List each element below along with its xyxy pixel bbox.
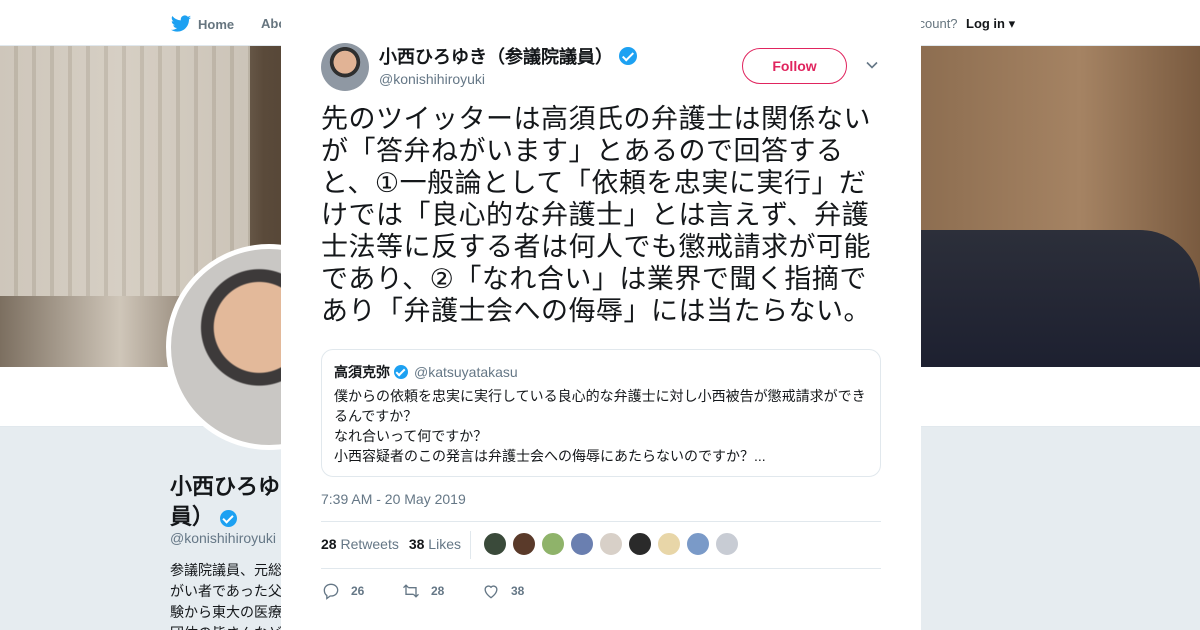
verified-icon xyxy=(220,509,238,527)
tweet-stats: 28 Retweets 38 Likes xyxy=(321,536,461,552)
nav-home-label: Home xyxy=(198,16,235,32)
like-button[interactable]: 38 xyxy=(481,581,561,601)
profile-bio: 参議院議員、元総がい者であった父験から東大の医療団体の皆さんなど xyxy=(170,562,282,630)
like-count: 38 xyxy=(511,584,525,598)
liker-avatar[interactable] xyxy=(715,532,739,556)
author-name[interactable]: 小西ひろゆき（参議院議員） xyxy=(379,43,637,69)
heart-icon xyxy=(484,585,498,599)
liker-avatar[interactable] xyxy=(628,532,652,556)
quoted-author-handle: @katsuyatakasu xyxy=(414,364,518,380)
liker-avatar[interactable] xyxy=(599,532,623,556)
author-name-text: 小西ひろゆき（参議院議員） xyxy=(379,47,613,67)
quoted-tweet[interactable]: 高須克弥 @katsuyatakasu 僕からの依頼を忠実に実行している良心的な… xyxy=(321,349,881,477)
liker-avatar[interactable] xyxy=(686,532,710,556)
tweet-actions: 26 28 38 xyxy=(321,581,561,601)
author-handle[interactable]: @konishihiroyuki xyxy=(379,71,485,87)
retweet-icon xyxy=(403,584,419,598)
tweet-modal: 小西ひろゆき（参議院議員） @konishihiroyuki Follow 先の… xyxy=(281,12,921,630)
liker-avatar[interactable] xyxy=(541,532,565,556)
tweet-text: 先のツイッターは高須氏の弁護士は関係ないが「答弁ねがいます」とあるので回答すると… xyxy=(321,104,871,327)
quoted-tweet-header: 高須克弥 @katsuyatakasu xyxy=(334,362,868,382)
likes-stat[interactable]: 38 Likes xyxy=(409,536,461,552)
quoted-line: なれ合いって何ですか？ xyxy=(334,428,488,444)
retweets-label: Retweets xyxy=(340,536,399,552)
author-avatar[interactable] xyxy=(321,43,369,91)
retweets-stat[interactable]: 28 Retweets xyxy=(321,536,399,552)
reply-icon xyxy=(323,583,339,600)
stats-separator xyxy=(470,531,471,559)
liker-avatars xyxy=(483,532,739,556)
nav-home[interactable]: Home xyxy=(170,13,234,35)
twitter-bird-icon xyxy=(170,15,192,32)
chevron-down-icon[interactable] xyxy=(865,58,879,72)
quoted-tweet-body: 僕からの依頼を忠実に実行している良心的な弁護士に対し小西被告が懲戒請求ができ る… xyxy=(334,386,868,466)
liker-avatar[interactable] xyxy=(657,532,681,556)
tweet-timestamp[interactable]: 7:39 AM - 20 May 2019 xyxy=(321,491,466,507)
divider xyxy=(321,568,881,569)
retweets-count: 28 xyxy=(321,536,337,552)
quoted-line: るんですか？ xyxy=(334,408,418,424)
banner-wall xyxy=(0,46,250,296)
quoted-line: 小西容疑者のこの発言は弁護士会への侮辱にあたらないのですか？... xyxy=(334,448,766,464)
liker-avatar[interactable] xyxy=(512,532,536,556)
profile-name: 小西ひろゆ員） xyxy=(170,472,290,532)
retweet-count: 28 xyxy=(431,584,445,598)
login-link[interactable]: Log in ▾ xyxy=(966,16,1015,32)
liker-avatar[interactable] xyxy=(570,532,594,556)
verified-icon xyxy=(619,47,637,65)
quoted-line: 僕からの依頼を忠実に実行している良心的な弁護士に対し小西被告が懲戒請求ができ xyxy=(334,388,866,404)
likes-label: Likes xyxy=(428,536,461,552)
likes-count: 38 xyxy=(408,536,425,552)
close-icon[interactable]: ✕ xyxy=(1154,12,1179,42)
reply-button[interactable]: 26 xyxy=(321,581,401,601)
divider xyxy=(321,521,881,522)
profile-handle: @konishihiroyuki xyxy=(170,530,277,546)
follow-button[interactable]: Follow xyxy=(742,48,847,84)
reply-count: 26 xyxy=(351,584,365,598)
verified-icon xyxy=(394,365,408,379)
retweet-button[interactable]: 28 xyxy=(401,581,481,601)
quoted-author-name: 高須克弥 xyxy=(334,364,390,380)
liker-avatar[interactable] xyxy=(483,532,507,556)
login-label: Log in xyxy=(966,16,1005,31)
